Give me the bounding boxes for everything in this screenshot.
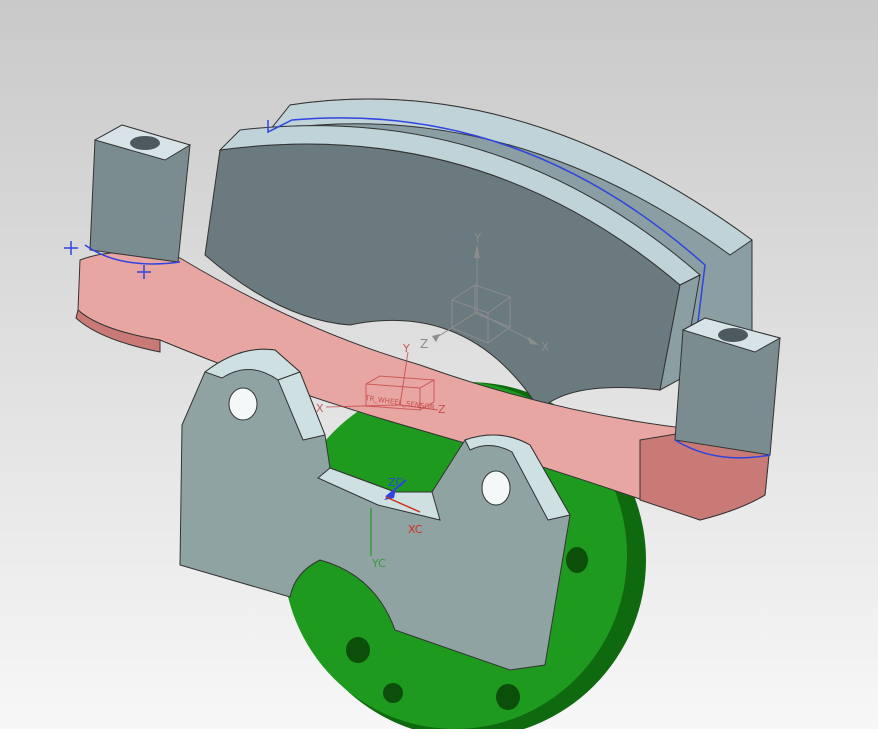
datum-z-label: Z [420, 337, 428, 351]
disc-hole [346, 637, 370, 663]
datum-y-label: Y [473, 231, 482, 245]
guide-pin-right[interactable] [674, 317, 782, 459]
guide-pin-left[interactable] [84, 124, 192, 265]
part-z-label: Z [438, 403, 446, 416]
bracket-hole-left [228, 387, 258, 421]
disc-hole [383, 683, 403, 703]
wcs-zc-label: ZC [388, 476, 404, 489]
graphics-viewport[interactable]: Y X Z Y X Z TR_WHEEL_SENSOR ZC XC YC [0, 0, 878, 733]
disc-hole [566, 547, 588, 573]
model-scene[interactable]: Y X Z Y X Z TR_WHEEL_SENSOR ZC XC YC [0, 0, 878, 733]
disc-hole [496, 684, 520, 710]
part-y-label: Y [402, 342, 410, 355]
bracket-hole-right [481, 470, 511, 506]
pin-right-hole [718, 328, 748, 342]
wcs-xc-label: XC [408, 523, 423, 536]
pin-left-hole [130, 136, 160, 150]
wcs-yc-label: YC [371, 557, 386, 570]
datum-x-label: X [541, 340, 549, 354]
part-x-label: X [316, 402, 324, 415]
